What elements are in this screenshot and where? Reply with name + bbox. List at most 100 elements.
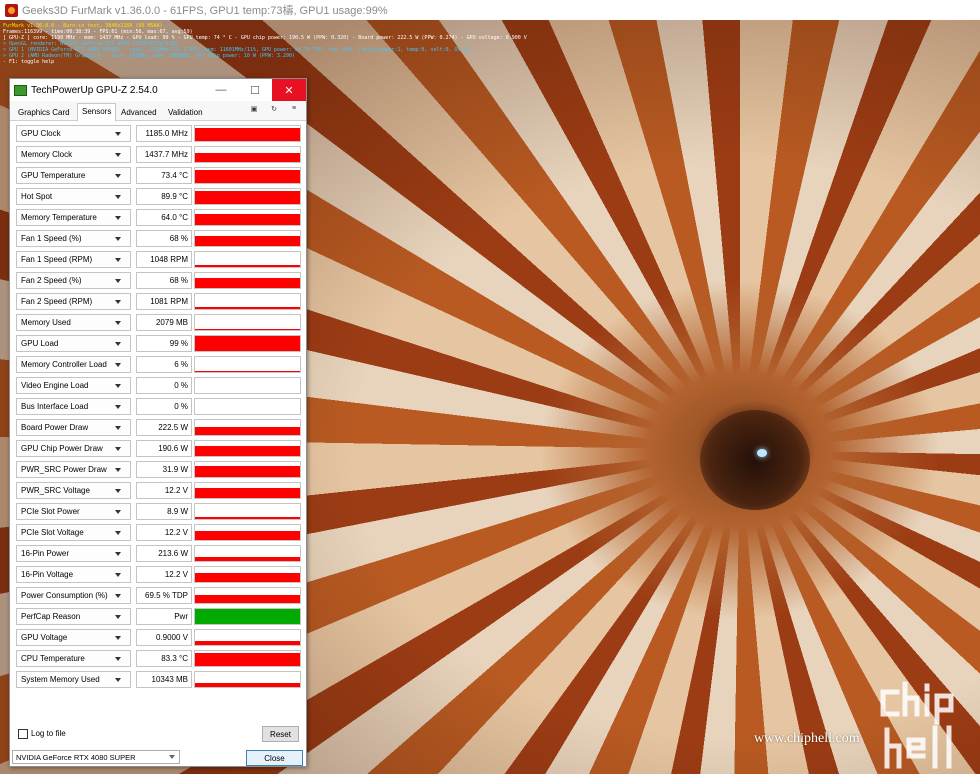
sensor-name-dropdown[interactable]: System Memory Used: [16, 671, 131, 688]
sensor-value: 0.9000 V: [136, 629, 192, 646]
close-button[interactable]: Close: [246, 750, 303, 766]
chevron-down-icon: [115, 216, 121, 220]
sensor-name-dropdown[interactable]: PCIe Slot Voltage: [16, 524, 131, 541]
sensor-row: Fan 2 Speed (%) 68 %: [16, 270, 302, 291]
sensor-row: 16-Pin Power 213.6 W: [16, 543, 302, 564]
sensor-name-dropdown[interactable]: PerfCap Reason: [16, 608, 131, 625]
sensor-name-dropdown[interactable]: Fan 1 Speed (RPM): [16, 251, 131, 268]
sensor-row: GPU Load 99 %: [16, 333, 302, 354]
reset-button[interactable]: Reset: [262, 726, 299, 742]
sensor-row: Video Engine Load 0 %: [16, 375, 302, 396]
sensor-value: 69.5 % TDP: [136, 587, 192, 604]
sensor-graph-fill: [195, 370, 300, 372]
chevron-down-icon: [115, 195, 121, 199]
furmark-titlebar[interactable]: Geeks3D FurMark v1.36.0.0 - 61FPS, GPU1 …: [0, 0, 980, 20]
sensor-name-dropdown[interactable]: PCIe Slot Power: [16, 503, 131, 520]
gpuz-window[interactable]: TechPowerUp GPU-Z 2.54.0 — ☐ ✕ Graphics …: [9, 78, 307, 767]
tab-graphics-card[interactable]: Graphics Card: [14, 105, 74, 121]
furmark-app-icon: [5, 3, 18, 17]
sensor-name-dropdown[interactable]: GPU Chip Power Draw: [16, 440, 131, 457]
refresh-icon[interactable]: ↻: [268, 105, 280, 117]
sensor-value: 31.9 W: [136, 461, 192, 478]
sensor-name-dropdown[interactable]: Memory Used: [16, 314, 131, 331]
chevron-down-icon: [115, 447, 121, 451]
sensor-name-dropdown[interactable]: Video Engine Load: [16, 377, 131, 394]
chevron-down-icon: [115, 657, 121, 661]
sensor-graph: [194, 503, 301, 520]
sensor-name-dropdown[interactable]: Bus Interface Load: [16, 398, 131, 415]
sensor-name-label: Hot Spot: [21, 192, 53, 201]
log-to-file-checkbox[interactable]: [18, 729, 28, 739]
sensor-name-dropdown[interactable]: GPU Temperature: [16, 167, 131, 184]
sensor-graph: [194, 629, 301, 646]
tab-validation[interactable]: Validation: [164, 105, 207, 121]
chevron-down-icon: [115, 384, 121, 388]
fur-eye-glint: [757, 449, 767, 457]
sensor-value: 12.2 V: [136, 482, 192, 499]
sensor-name-dropdown[interactable]: Power Consumption (%): [16, 587, 131, 604]
sensor-name-dropdown[interactable]: Memory Clock: [16, 146, 131, 163]
sensor-name-dropdown[interactable]: PWR_SRC Power Draw: [16, 461, 131, 478]
sensor-name-dropdown[interactable]: 16-Pin Power: [16, 545, 131, 562]
sensor-graph-fill: [195, 277, 300, 288]
gpuz-titlebar[interactable]: TechPowerUp GPU-Z 2.54.0 — ☐ ✕: [10, 79, 306, 101]
sensor-value: 89.9 °C: [136, 188, 192, 205]
chevron-down-icon: [115, 636, 121, 640]
sensor-graph: [194, 356, 301, 373]
sensor-graph-fill: [195, 213, 300, 225]
sensor-name-dropdown[interactable]: GPU Load: [16, 335, 131, 352]
sensor-row: Bus Interface Load 0 %: [16, 396, 302, 417]
chevron-down-icon: [115, 321, 121, 325]
sensor-name-label: 16-Pin Voltage: [21, 570, 74, 579]
sensor-graph-fill: [195, 190, 300, 204]
sensor-name-dropdown[interactable]: Fan 2 Speed (%): [16, 272, 131, 289]
close-window-button[interactable]: ✕: [272, 79, 306, 101]
sensor-graph-fill: [195, 426, 300, 435]
sensor-name-dropdown[interactable]: GPU Voltage: [16, 629, 131, 646]
sensor-value: 68 %: [136, 230, 192, 247]
tab-advanced[interactable]: Advanced: [117, 105, 161, 121]
sensor-name-dropdown[interactable]: Fan 2 Speed (RPM): [16, 293, 131, 310]
sensor-name-dropdown[interactable]: CPU Temperature: [16, 650, 131, 667]
sensor-name-dropdown[interactable]: 16-Pin Voltage: [16, 566, 131, 583]
sensor-name-label: Video Engine Load: [21, 381, 89, 390]
sensor-name-label: Fan 1 Speed (RPM): [21, 255, 93, 264]
sensor-name-dropdown[interactable]: Board Power Draw: [16, 419, 131, 436]
sensor-name-dropdown[interactable]: Fan 1 Speed (%): [16, 230, 131, 247]
chevron-down-icon: [115, 405, 121, 409]
gpuz-title: TechPowerUp GPU-Z 2.54.0: [31, 84, 158, 96]
sensor-name-dropdown[interactable]: Memory Temperature: [16, 209, 131, 226]
sensor-value: 73.4 °C: [136, 167, 192, 184]
maximize-button[interactable]: ☐: [238, 79, 272, 101]
sensor-row: GPU Temperature 73.4 °C: [16, 165, 302, 186]
furmark-window-title: Geeks3D FurMark v1.36.0.0 - 61FPS, GPU1 …: [22, 5, 388, 17]
sensor-name-dropdown[interactable]: Memory Controller Load: [16, 356, 131, 373]
sensor-name-label: GPU Load: [21, 339, 59, 348]
sensor-value: 0 %: [136, 377, 192, 394]
watermark-url: www.chiphell.com: [754, 731, 860, 746]
sensor-name-dropdown[interactable]: GPU Clock: [16, 125, 131, 142]
sensor-name-label: Memory Temperature: [21, 213, 97, 222]
sensor-row: Memory Temperature 64.0 °C: [16, 207, 302, 228]
sensor-name-label: Memory Controller Load: [21, 360, 107, 369]
menu-icon[interactable]: ≡: [288, 105, 300, 117]
gpu-card-icon: [14, 84, 27, 96]
sensor-row: 16-Pin Voltage 12.2 V: [16, 564, 302, 585]
gpu-select-dropdown[interactable]: NVIDIA GeForce RTX 4080 SUPER: [12, 750, 180, 764]
sensor-value: 222.5 W: [136, 419, 192, 436]
sensor-graph: [194, 335, 301, 352]
sensor-value: 0 %: [136, 398, 192, 415]
camera-icon[interactable]: ▣: [248, 105, 260, 117]
sensor-name-label: 16-Pin Power: [21, 549, 70, 558]
sensor-name-label: GPU Clock: [21, 129, 61, 138]
chevron-down-icon: [115, 132, 121, 136]
sensor-name-label: System Memory Used: [21, 675, 100, 684]
sensor-name-dropdown[interactable]: PWR_SRC Voltage: [16, 482, 131, 499]
sensor-value: 1081 RPM: [136, 293, 192, 310]
log-to-file-label: Log to file: [31, 729, 66, 738]
tab-sensors[interactable]: Sensors: [77, 103, 117, 122]
minimize-button[interactable]: —: [204, 79, 238, 101]
sensor-graph-fill: [195, 306, 300, 309]
sensor-name-dropdown[interactable]: Hot Spot: [16, 188, 131, 205]
sensor-value: 6 %: [136, 356, 192, 373]
